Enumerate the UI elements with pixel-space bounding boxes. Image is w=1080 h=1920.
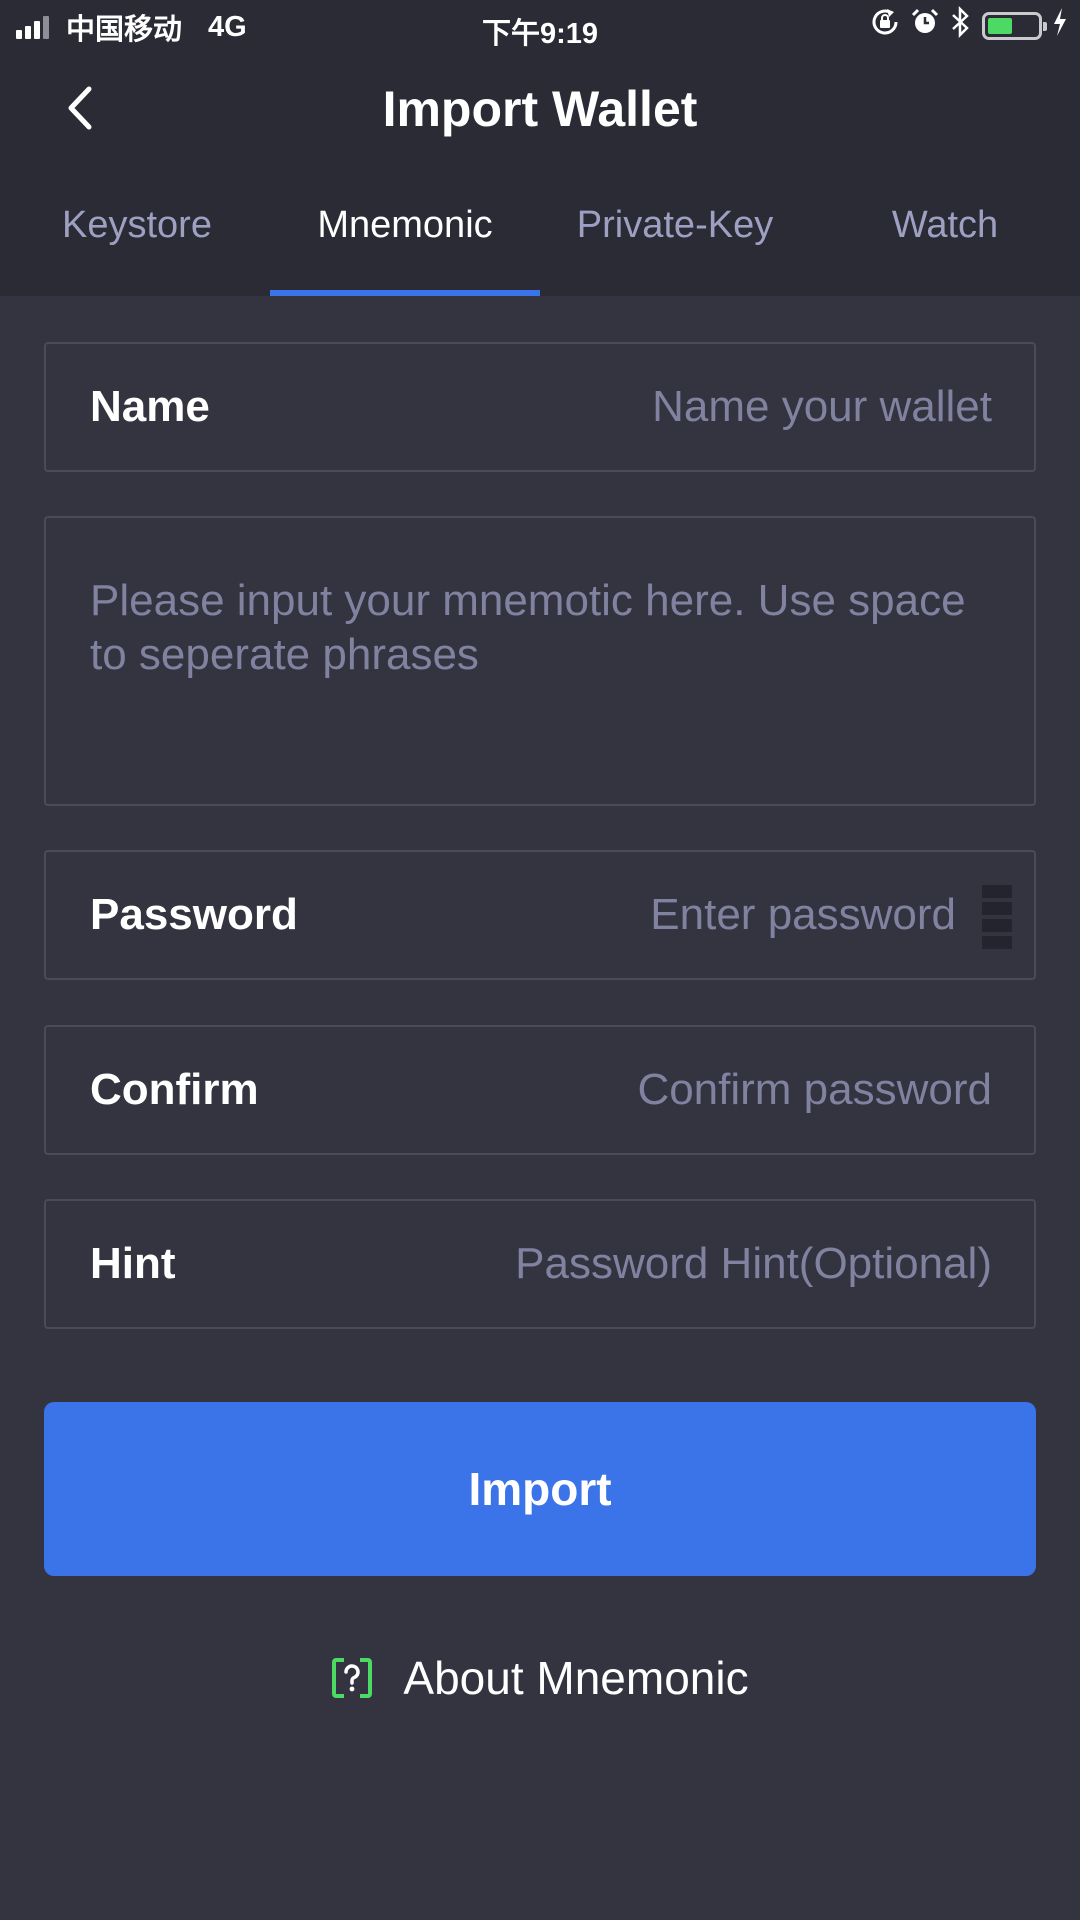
battery-fill <box>988 18 1012 34</box>
status-bar: 中国移动 4G 下午9:19 <box>0 0 1080 54</box>
confirm-label: Confirm <box>90 1065 259 1114</box>
tab-watch[interactable]: Watch <box>810 204 1080 247</box>
mnemonic-placeholder[interactable]: Please input your mnemotic here. Use spa… <box>90 574 970 682</box>
hint-label: Hint <box>90 1239 176 1288</box>
bluetooth-icon <box>950 5 972 46</box>
status-right <box>860 5 1068 46</box>
name-label: Name <box>90 382 210 431</box>
question-icon <box>332 1658 373 1698</box>
wallet-name-field[interactable]: Name Name your wallet <box>44 342 1036 472</box>
about-mnemonic-link[interactable]: About Mnemonic <box>0 1646 1080 1710</box>
battery-icon <box>982 12 1047 40</box>
password-field[interactable]: Password Enter password <box>44 850 1036 980</box>
mnemonic-input[interactable]: Please input your mnemotic here. Use spa… <box>44 516 1036 806</box>
header: 中国移动 4G 下午9:19 Import Wallet Keystore Mn… <box>0 0 1080 296</box>
hint-placeholder[interactable]: Password Hint(Optional) <box>515 1201 992 1327</box>
tab-bar: Keystore Mnemonic Private-Key Watch <box>0 192 1080 296</box>
charging-icon <box>1052 7 1068 45</box>
password-hint-field[interactable]: Hint Password Hint(Optional) <box>44 1199 1036 1329</box>
name-placeholder[interactable]: Name your wallet <box>652 344 992 470</box>
about-mnemonic-label[interactable]: About Mnemonic <box>403 1651 748 1705</box>
page-title: Import Wallet <box>382 81 698 137</box>
orientation-lock-icon <box>870 7 900 45</box>
tab-private-key[interactable]: Private-Key <box>540 204 810 247</box>
active-tab-indicator <box>270 290 540 296</box>
nav-bar: Import Wallet <box>0 54 1080 164</box>
confirm-placeholder[interactable]: Confirm password <box>637 1027 992 1153</box>
import-button[interactable]: Import <box>44 1402 1036 1576</box>
tab-mnemonic[interactable]: Mnemonic <box>270 204 540 247</box>
confirm-password-field[interactable]: Confirm Confirm password <box>44 1025 1036 1155</box>
password-strength-indicator <box>982 885 1012 949</box>
import-wallet-screen: 中国移动 4G 下午9:19 Import Wallet Keystore Mn… <box>0 0 1080 1920</box>
alarm-icon <box>910 7 940 45</box>
password-label: Password <box>90 890 298 939</box>
tab-keystore[interactable]: Keystore <box>2 204 272 247</box>
password-placeholder[interactable]: Enter password <box>650 852 956 978</box>
